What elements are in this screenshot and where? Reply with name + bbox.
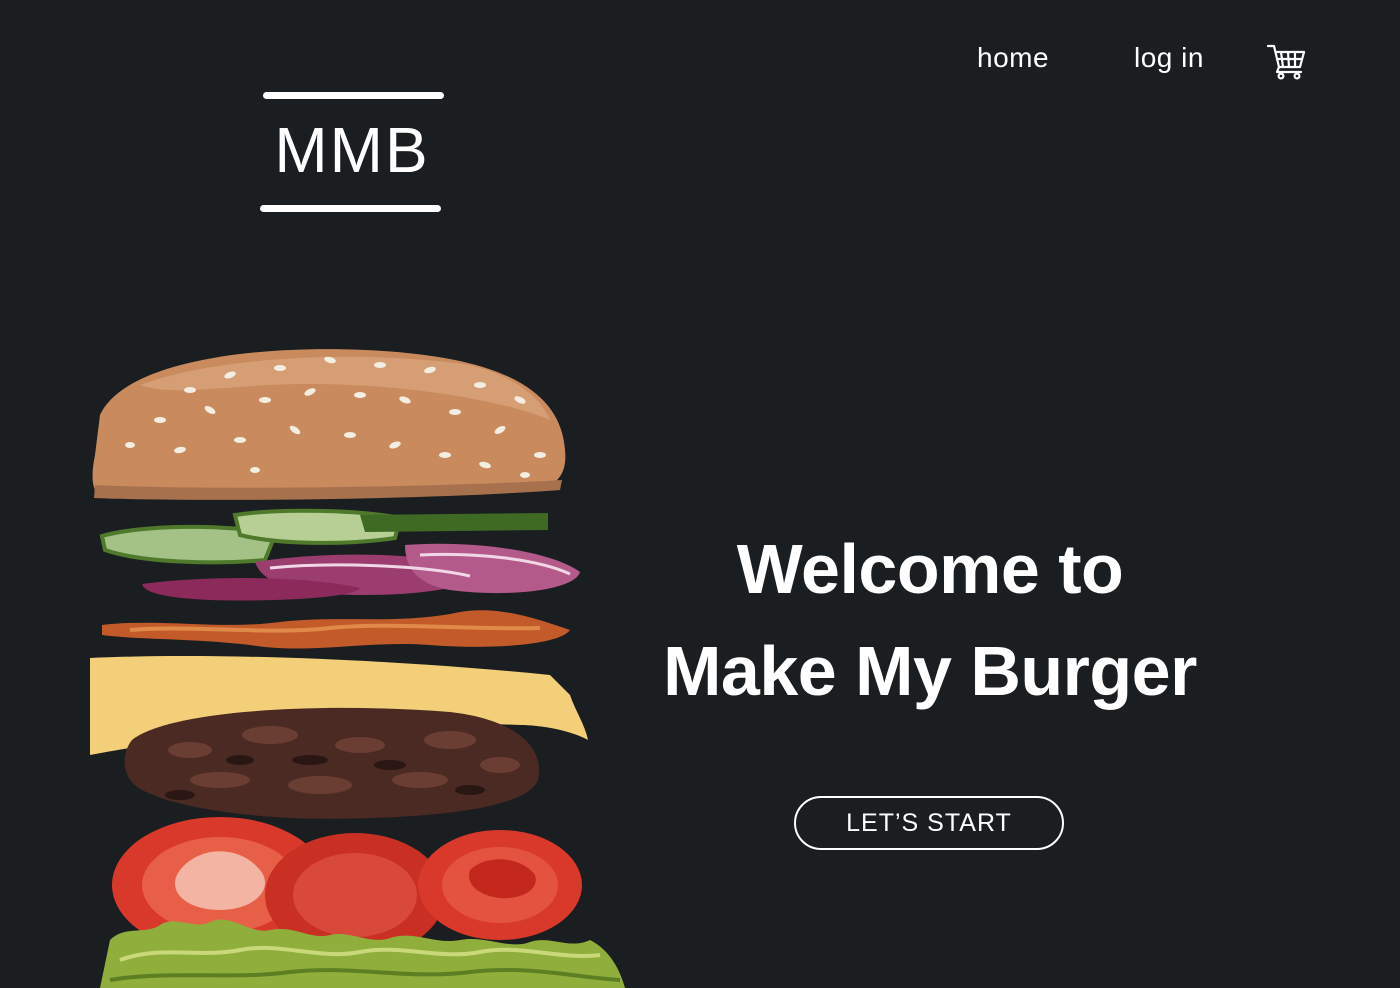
hero-title-line1: Welcome to <box>736 530 1124 608</box>
cucumber-slice <box>360 513 548 532</box>
shopping-cart-icon[interactable] <box>1266 42 1308 80</box>
landing-page: home log in MMB Welcome to Make My Burge… <box>0 0 1400 988</box>
nav-login-link[interactable]: log in <box>1134 42 1204 74</box>
patty <box>124 707 540 819</box>
nav-home-link[interactable]: home <box>977 42 1049 74</box>
logo-bottom-bar <box>260 205 441 212</box>
hero-title: Welcome to Make My Burger <box>600 518 1260 722</box>
hero-title-line2: Make My Burger <box>663 632 1197 710</box>
burger-illustration <box>90 349 625 988</box>
lets-start-button[interactable]: LET’S START <box>794 796 1064 850</box>
logo[interactable]: MMB <box>260 92 444 216</box>
logo-text: MMB <box>274 114 430 186</box>
logo-top-bar <box>263 92 444 99</box>
